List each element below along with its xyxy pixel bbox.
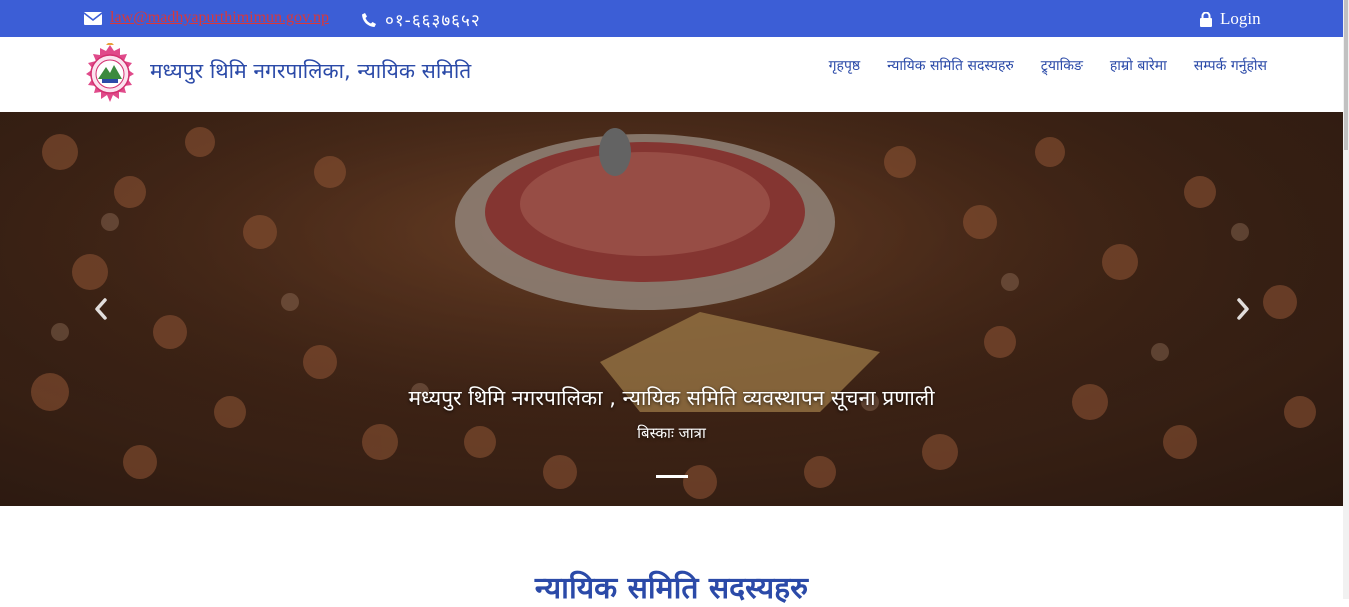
page-scrollbar[interactable] [1343,0,1349,599]
envelope-icon [84,11,102,25]
nav-committee-members[interactable]: न्यायिक समिति सदस्यहरु [887,56,1014,75]
main-nav: गृहपृष्ठ न्यायिक समिति सदस्यहरु ट्र्याकि… [829,56,1267,75]
phone-icon [362,12,376,27]
municipality-logo[interactable] [82,43,138,107]
site-title: मध्यपुर थिमि नगरपालिका, न्यायिक समिति [150,59,472,83]
lock-icon [1200,11,1212,27]
contact-email[interactable]: law@madhyapurthimimun.gov.np [84,9,329,27]
chevron-left-icon[interactable] [86,292,116,326]
contact-phone: ०१-६६३७६५२ [362,8,481,31]
section-title: न्यायिक समिति सदस्यहरु [534,571,809,606]
top-bar: law@madhyapurthimimun.gov.np ०१-६६३७६५२ … [0,0,1343,37]
login-button[interactable]: Login [1200,9,1261,29]
hero-caption-title: मध्यपुर थिमि नगरपालिका , न्यायिक समिति व… [408,386,935,410]
chevron-right-icon[interactable] [1228,292,1258,326]
login-label: Login [1220,9,1261,28]
hero-overlay [0,112,1343,506]
scrollbar-thumb[interactable] [1344,0,1348,150]
nav-contact[interactable]: सम्पर्क गर्नुहोस [1194,56,1267,75]
site-header: मध्यपुर थिमि नगरपालिका, न्यायिक समिति गृ… [0,37,1343,112]
nav-tracking[interactable]: ट्र्याकिङ [1041,56,1083,75]
phone-number: ०१-६६३७६५२ [385,11,481,31]
hero-caption-subtitle: बिस्काः जात्रा [637,424,706,442]
nav-home[interactable]: गृहपृष्ठ [829,56,861,75]
email-link[interactable]: law@madhyapurthimimun.gov.np [110,9,329,27]
carousel-indicator-active[interactable] [656,475,688,478]
nav-about-us[interactable]: हाम्रो बारेमा [1110,56,1167,75]
hero-carousel: मध्यपुर थिमि नगरपालिका , न्यायिक समिति व… [0,112,1343,506]
